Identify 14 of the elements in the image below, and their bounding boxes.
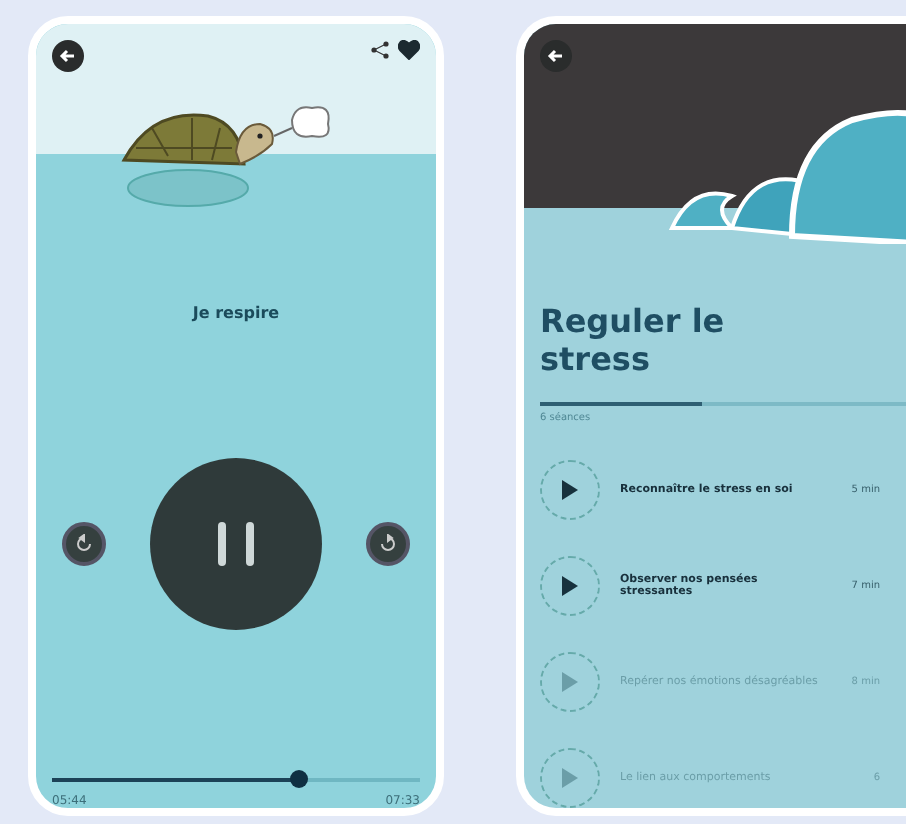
play-icon (562, 768, 578, 788)
forward-button[interactable] (366, 522, 410, 566)
play-icon (562, 672, 578, 692)
forward-icon (378, 534, 398, 554)
play-button[interactable] (540, 460, 600, 520)
track-title: Je respire (192, 304, 280, 322)
rewind-button[interactable] (62, 522, 106, 566)
play-icon (562, 576, 578, 596)
share-icon[interactable] (370, 40, 390, 60)
play-button[interactable] (540, 556, 600, 616)
play-icon (562, 480, 578, 500)
program-title: Reguler le stress (538, 300, 727, 378)
heart-icon[interactable] (398, 40, 420, 60)
rewind-icon (74, 534, 94, 554)
